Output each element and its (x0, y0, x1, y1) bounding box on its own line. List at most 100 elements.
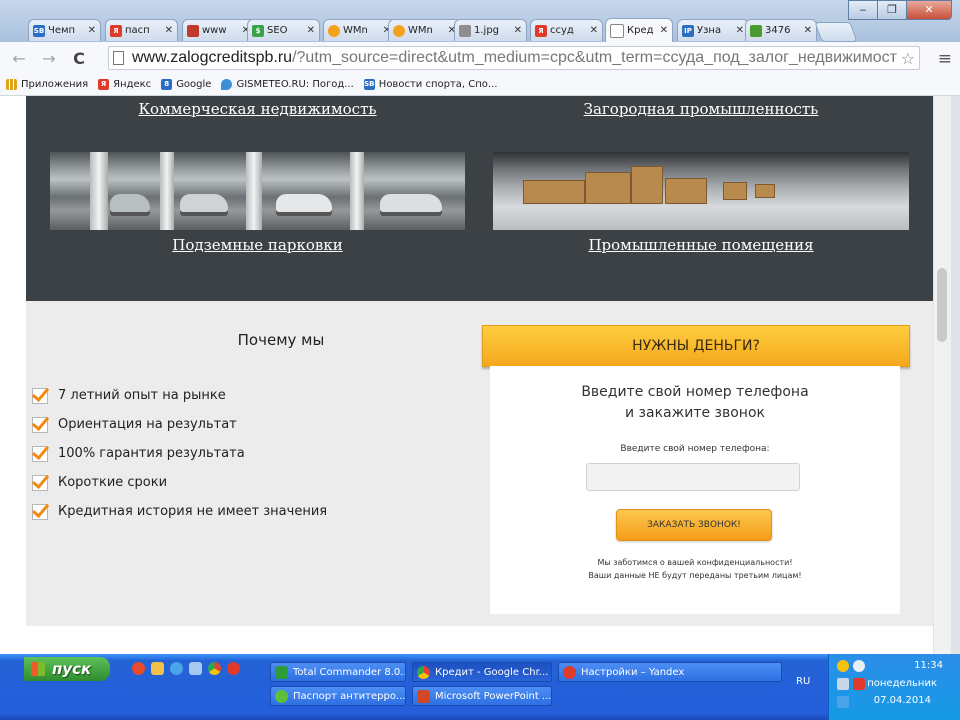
new-tab-button[interactable] (814, 22, 858, 42)
task-chrome[interactable]: Кредит - Google Chr... (412, 662, 552, 682)
checkmark-icon (32, 474, 48, 491)
antivirus-icon[interactable] (853, 678, 865, 690)
tab-favicon-icon: Я (535, 24, 547, 37)
chrome-icon[interactable] (208, 662, 221, 675)
tab-9[interactable]: IP Узна ✕ (677, 19, 749, 41)
close-tab-icon[interactable]: ✕ (734, 25, 744, 36)
task-label: Total Commander 8.0... (293, 667, 406, 678)
scrollbar-thumb[interactable] (937, 268, 947, 342)
phone-input[interactable] (586, 463, 800, 491)
close-tab-icon[interactable]: ✕ (588, 25, 598, 36)
close-tab-icon[interactable]: ✕ (305, 25, 315, 36)
bookmarks-bar: Приложения Я Яндекс 8 Google GISMETEO.RU: … (0, 74, 960, 96)
task-passport[interactable]: Паспорт антитерро... (270, 686, 406, 706)
google-icon: 8 (161, 79, 173, 90)
tab-7[interactable]: Яссуд ✕ (530, 19, 603, 41)
close-tab-icon[interactable]: ✕ (512, 25, 522, 36)
messenger-icon[interactable] (837, 660, 849, 672)
form-heading-line2: и закажите звонок (625, 405, 765, 421)
benefit-text: 7 летний опыт на рынке (58, 388, 226, 403)
tab-3[interactable]: $ SEO ✕ (247, 19, 320, 41)
link-underground-parking[interactable]: Подземные парковки (50, 236, 465, 254)
tab-4[interactable]: WMn ✕ (323, 19, 396, 41)
bookmark-apps[interactable]: Приложения (6, 79, 88, 90)
tab-label: WMn (343, 25, 368, 36)
url-text[interactable]: www.zalogcreditspb.ru/?utm_source=direct… (132, 49, 897, 67)
cargo-box (585, 172, 631, 204)
network-icon[interactable] (853, 660, 865, 672)
document-icon (275, 690, 288, 703)
link-industrial-premises[interactable]: Промышленные помещения (493, 236, 909, 254)
cargo-box (665, 178, 707, 204)
bookmark-label: Новости спорта, Спо... (378, 79, 498, 90)
benefit-item: Ориентация на результат (32, 410, 327, 439)
tab-favicon-icon: IP (682, 24, 694, 37)
task-label: Microsoft PowerPoint ... (435, 691, 552, 702)
quick-launch (132, 662, 240, 675)
privacy-note: Мы заботимся о вашей конфиденциальности!… (490, 556, 900, 582)
link-suburban-industry[interactable]: Загородная промышленность (493, 100, 909, 118)
tab-5[interactable]: WMn ✕ (388, 19, 461, 41)
close-window-button[interactable]: ✕ (906, 0, 952, 20)
task-powerpoint[interactable]: Microsoft PowerPoint ... (412, 686, 552, 706)
address-bar[interactable]: www.zalogcreditspb.ru/?utm_source=direct… (108, 46, 920, 70)
powerpoint-icon (417, 690, 430, 703)
yandex-browser-icon[interactable] (227, 662, 240, 675)
benefit-text: 100% гарантия результата (58, 446, 245, 461)
parking-photo[interactable] (50, 152, 465, 230)
cargo-box (755, 184, 775, 198)
opera-icon[interactable] (132, 662, 145, 675)
close-tab-icon[interactable]: ✕ (802, 25, 812, 36)
benefit-item: 7 летний опыт на рынке (32, 381, 327, 410)
tab-favicon-icon: SB (33, 24, 45, 37)
tab-10[interactable]: 3476 ✕ (745, 19, 817, 41)
tab-favicon-icon (393, 24, 405, 37)
bookmark-gismeteo[interactable]: GISMETEO.RU: Погод... (221, 79, 354, 90)
benefit-text: Кредитная история не имеет значения (58, 504, 328, 519)
tab-active[interactable]: Кред ✕ (605, 18, 673, 42)
reload-icon[interactable]: C (68, 49, 90, 68)
maximize-button[interactable]: ❐ (877, 0, 907, 20)
tab-label: ссуд (550, 25, 574, 36)
bookmark-star-icon[interactable]: ☆ (901, 49, 915, 68)
warehouse-photo[interactable] (493, 152, 909, 230)
forward-icon[interactable]: → (38, 49, 60, 68)
tab-2[interactable]: www ✕ (182, 19, 255, 41)
back-icon[interactable]: ← (8, 49, 30, 68)
minimize-button[interactable]: ‒ (848, 0, 878, 20)
tab-0[interactable]: SB Чемп ✕ (28, 19, 101, 41)
page-scrollbar[interactable] (933, 96, 951, 654)
tab-label: SEO (267, 25, 288, 36)
tab-1[interactable]: Япасп ✕ (105, 19, 178, 41)
media-icon[interactable] (151, 662, 164, 675)
sports-news-icon: SB (363, 79, 375, 90)
cargo-box (631, 166, 663, 204)
benefit-text: Короткие сроки (58, 475, 168, 490)
desktop-icon[interactable] (189, 662, 202, 675)
task-total-commander[interactable]: Total Commander 8.0... (270, 662, 406, 682)
benefit-item: Кредитная история не имеет значения (32, 497, 327, 526)
link-commercial-property[interactable]: Коммерческая недвижимость (50, 100, 465, 118)
tab-label: Кред (627, 25, 654, 36)
windows-taskbar: пуск Total Commander 8.0... Кредит - Goo… (0, 654, 960, 720)
display-icon[interactable] (837, 696, 849, 708)
language-indicator[interactable]: RU (796, 676, 810, 687)
bookmark-yandex[interactable]: Я Яндекс (98, 79, 151, 90)
bookmark-google[interactable]: 8 Google (161, 79, 211, 90)
close-tab-icon[interactable]: ✕ (658, 25, 668, 36)
clock-time[interactable]: 11:34 (914, 660, 943, 671)
order-call-button[interactable]: ЗАКАЗАТЬ ЗВОНОК! (616, 509, 772, 541)
callback-form: Введите свой номер телефона и закажите з… (490, 366, 900, 614)
task-yandex-settings[interactable]: Настройки – Yandex (558, 662, 782, 682)
menu-icon[interactable]: ≡ (938, 49, 952, 69)
tab-6[interactable]: 1.jpg ✕ (454, 19, 527, 41)
tab-favicon-icon (750, 24, 762, 37)
volume-icon[interactable] (837, 678, 849, 690)
tab-label: 1.jpg (474, 25, 500, 36)
close-tab-icon[interactable]: ✕ (163, 25, 173, 36)
close-tab-icon[interactable]: ✕ (86, 25, 96, 36)
internet-explorer-icon[interactable] (170, 662, 183, 675)
bookmark-sport-news[interactable]: SB Новости спорта, Спо... (363, 79, 498, 90)
yandex-icon: Я (98, 79, 110, 90)
start-button[interactable]: пуск (24, 657, 110, 681)
